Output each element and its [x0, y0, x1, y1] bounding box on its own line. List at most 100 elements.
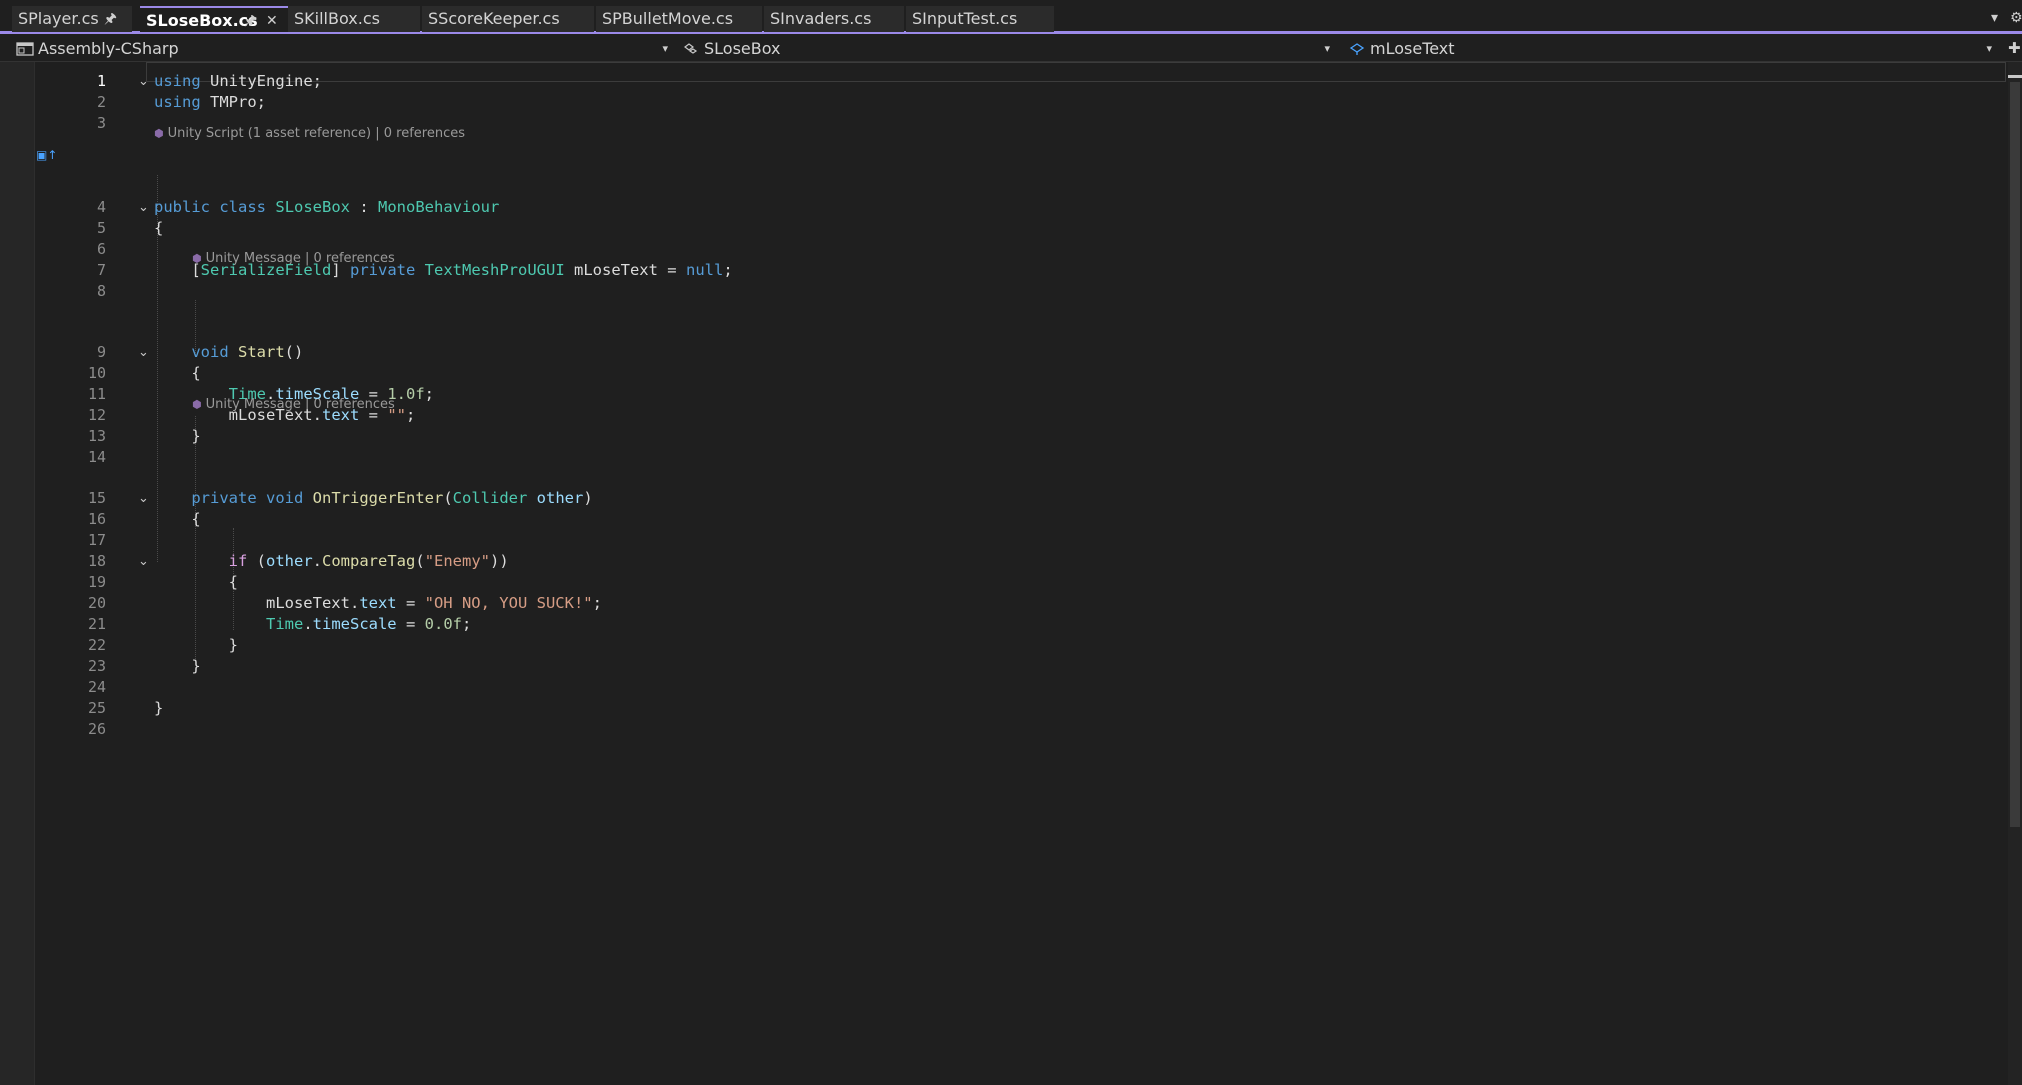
code-token: TextMeshProUGUI	[424, 261, 565, 279]
tab-label: SPlayer.cs	[18, 9, 99, 28]
tab-splayer[interactable]: SPlayer.cs 🖈	[12, 6, 132, 32]
chevron-down-icon[interactable]: ▾	[662, 37, 668, 61]
code-token: }	[154, 636, 238, 654]
code-line[interactable]: 1 ⌄ using UnityEngine;	[0, 71, 1990, 92]
code-token: {	[154, 219, 164, 237]
code-token: class	[219, 198, 267, 216]
code-token: =	[359, 385, 388, 403]
code-line[interactable]: 10 {	[0, 363, 1990, 384]
code-line[interactable]: 16 {	[0, 509, 1990, 530]
code-text: mLoseText.text = "OH NO, YOU SUCK!";	[154, 593, 602, 614]
pin-icon[interactable]: 🖈	[104, 6, 117, 32]
code-token: using	[154, 72, 201, 90]
code-token: Time	[228, 385, 266, 403]
code-token: }	[154, 657, 201, 675]
code-token: public	[154, 198, 210, 216]
code-editor[interactable]: ⬢ Unity Script (1 asset reference) | 0 re…	[0, 62, 2022, 1085]
code-line[interactable]: 6	[0, 239, 1990, 260]
code-line[interactable]: 19 {	[0, 572, 1990, 593]
fold-chevron-icon[interactable]: ⌄	[138, 72, 149, 91]
code-token: private	[350, 261, 416, 279]
code-text: {	[154, 509, 201, 530]
tab-sinvaders[interactable]: SInvaders.cs	[764, 6, 904, 32]
close-icon[interactable]: ✕	[266, 8, 278, 34]
code-text: Time.timeScale = 0.0f;	[154, 614, 471, 635]
fold-chevron-icon[interactable]: ⌄	[138, 343, 149, 362]
code-token: {	[154, 573, 238, 591]
code-line[interactable]: 20 mLoseText.text = "OH NO, YOU SUCK!";	[0, 593, 1990, 614]
line-number: 4	[96, 198, 106, 216]
code-token: (	[415, 552, 425, 570]
line-number: 20	[87, 594, 106, 612]
tab-spbulletmove[interactable]: SPBulletMove.cs	[596, 6, 762, 32]
code-line[interactable]: 23 }	[0, 656, 1990, 677]
code-text: }	[154, 426, 200, 447]
code-token: {	[154, 510, 201, 528]
gear-icon[interactable]: ⚙	[2010, 10, 2022, 26]
code-token: ;	[424, 385, 434, 403]
tab-sscorekeeper[interactable]: SScoreKeeper.cs	[422, 6, 594, 32]
chevron-down-icon[interactable]: ▾	[1986, 37, 1992, 61]
code-text: }	[154, 656, 201, 677]
code-token: Time	[265, 615, 304, 633]
code-text: Time.timeScale = 1.0f;	[154, 384, 434, 405]
code-line[interactable]: 11 Time.timeScale = 1.0f;	[0, 384, 1990, 405]
code-line[interactable]: 21 Time.timeScale = 0.0f;	[0, 614, 1990, 635]
code-token: OnTriggerEnter	[312, 489, 444, 507]
tab-label: SScoreKeeper.cs	[428, 9, 560, 28]
line-number: 22	[87, 636, 106, 654]
member-dropdown[interactable]: mLoseText ▾	[1348, 37, 2000, 61]
tab-sinputtest[interactable]: SInputTest.cs	[906, 6, 1054, 32]
code-token: using	[154, 93, 201, 111]
tab-label: SKillBox.cs	[294, 9, 380, 28]
code-line[interactable]: 2 using TMPro;	[0, 92, 1990, 113]
code-line[interactable]: 13 }	[0, 426, 1990, 447]
tab-label: SInvaders.cs	[770, 9, 872, 28]
line-number: 26	[87, 720, 106, 738]
code-line[interactable]: 14	[0, 447, 1990, 468]
tab-list-dropdown-icon[interactable]: ▾	[1991, 10, 1998, 26]
code-line[interactable]: 4 ⌄ public class SLoseBox : MonoBehaviour	[0, 197, 1990, 218]
line-number: 9	[96, 343, 106, 361]
code-token: CompareTag	[322, 552, 416, 570]
code-text: if (other.CompareTag("Enemy"))	[154, 551, 509, 572]
code-text: private void OnTriggerEnter(Collider oth…	[154, 488, 592, 509]
code-line[interactable]: 9 ⌄ void Start()	[0, 342, 1990, 363]
line-number: 11	[87, 385, 106, 403]
code-line[interactable]: 17	[0, 530, 1990, 551]
line-number: 24	[87, 678, 106, 696]
implements-glyph-icon[interactable]: ▣↑	[36, 145, 57, 166]
scrollbar-thumb[interactable]	[2010, 82, 2020, 827]
code-line[interactable]: 24	[0, 677, 1990, 698]
fold-chevron-icon[interactable]: ⌄	[138, 552, 149, 571]
code-line[interactable]: 8	[0, 281, 1990, 302]
code-line[interactable]: 26	[0, 719, 1990, 740]
line-number: 13	[87, 427, 106, 445]
fold-chevron-icon[interactable]: ⌄	[138, 489, 149, 508]
split-window-icon[interactable]: ✚	[2008, 39, 2021, 57]
code-line[interactable]: 3	[0, 113, 1990, 134]
line-number: 23	[87, 657, 106, 675]
tab-skillbox[interactable]: SKillBox.cs	[288, 6, 420, 32]
code-line[interactable]: 12 mLoseText.text = "";	[0, 405, 1990, 426]
code-line[interactable]: 22 }	[0, 635, 1990, 656]
project-dropdown[interactable]: Assembly-CSharp ▾	[16, 37, 676, 61]
code-text: {	[154, 218, 163, 239]
code-token: .	[303, 615, 313, 633]
code-line[interactable]: 25}	[0, 698, 1990, 719]
code-token: ))	[490, 552, 509, 570]
chevron-down-icon[interactable]: ▾	[1324, 37, 1330, 61]
vertical-scrollbar[interactable]	[2008, 62, 2022, 1085]
code-token: other	[536, 489, 584, 507]
pin-icon[interactable]: 🖈	[244, 8, 257, 34]
code-token: null	[685, 261, 724, 279]
fold-chevron-icon[interactable]: ⌄	[138, 198, 149, 217]
code-line[interactable]: 7 [SerializeField] private TextMeshProUG…	[0, 260, 1990, 281]
type-dropdown[interactable]: SLoseBox ▾	[682, 37, 1338, 61]
code-line[interactable]: 18 ⌄ if (other.CompareTag("Enemy"))	[0, 551, 1990, 572]
line-number: 15	[87, 489, 106, 507]
code-line[interactable]: 5{	[0, 218, 1990, 239]
code-line[interactable]: 15 ⌄ private void OnTriggerEnter(Collider…	[0, 488, 1990, 509]
tab-slosebox[interactable]: SLoseBox.cs 🖈 ✕	[140, 6, 288, 32]
